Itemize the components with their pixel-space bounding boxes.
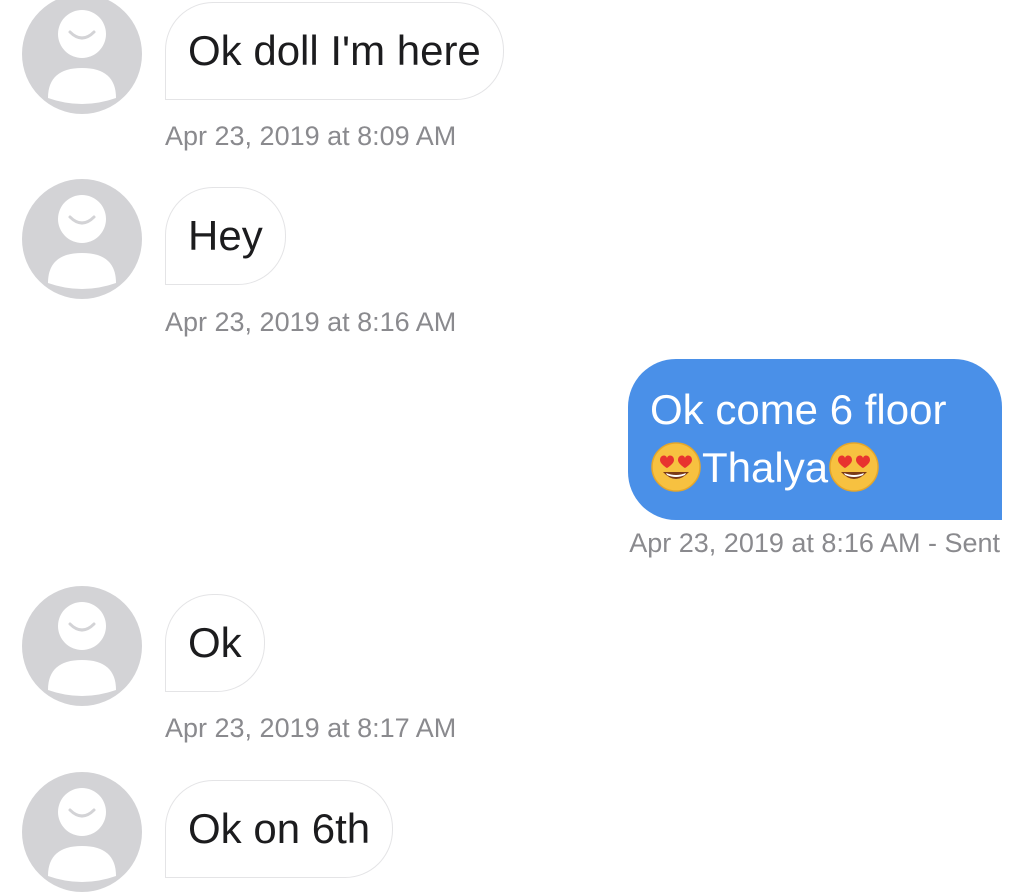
message-thread: Ok doll I'm here Apr 23, 2019 at 8:09 AM… <box>0 0 1024 892</box>
contact-avatar[interactable] <box>22 179 142 299</box>
message-text: Hey <box>188 212 263 259</box>
message-timestamp: Apr 23, 2019 at 8:16 AM <box>165 307 457 337</box>
person-icon <box>22 179 142 299</box>
contact-avatar[interactable] <box>22 772 142 892</box>
incoming-message-bubble[interactable]: Ok <box>165 594 265 692</box>
outgoing-message-bubble[interactable]: Ok come 6 floor Thalya <box>628 359 1002 520</box>
person-icon <box>22 586 142 706</box>
message-text: Ok doll I'm here <box>188 27 481 74</box>
message-timestamp: Apr 23, 2019 at 8:09 AM <box>165 121 457 151</box>
message-text-line-1: Ok come 6 floor <box>650 386 947 433</box>
message-timestamp-sent: Apr 23, 2019 at 8:16 AM - Sent <box>629 528 1000 558</box>
message-text: Ok on 6th <box>188 805 371 852</box>
incoming-message-bubble[interactable]: Hey <box>165 187 286 285</box>
heart-eyes-emoji-icon <box>650 441 702 493</box>
message-text-line-2: Thalya <box>650 439 986 497</box>
message-text: Ok <box>188 619 242 666</box>
message-timestamp: Apr 23, 2019 at 8:17 AM <box>165 713 457 743</box>
message-text-line-2-name: Thalya <box>702 444 829 491</box>
incoming-message-bubble[interactable]: Ok on 6th <box>165 780 394 878</box>
person-icon <box>22 0 142 114</box>
contact-avatar[interactable] <box>22 586 142 706</box>
person-icon <box>22 772 142 892</box>
contact-avatar[interactable] <box>22 0 142 114</box>
heart-eyes-emoji-icon <box>828 441 880 493</box>
incoming-message-bubble[interactable]: Ok doll I'm here <box>165 2 504 100</box>
